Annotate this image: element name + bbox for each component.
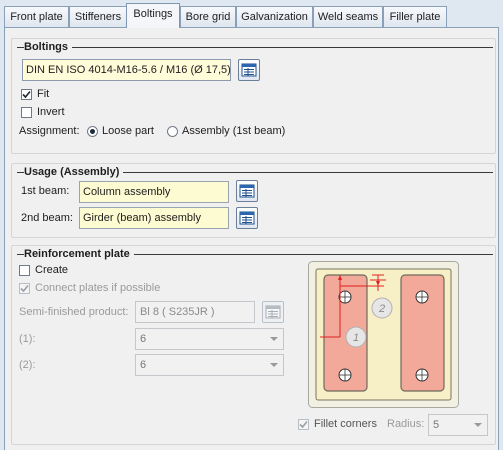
- field1-value: 6: [140, 333, 147, 345]
- tab-filler-plate[interactable]: Filler plate: [383, 6, 447, 27]
- create-label: Create: [35, 264, 69, 276]
- connect-plates-label: Connect plates if possible: [35, 282, 161, 294]
- fit-label: Fit: [37, 88, 50, 100]
- assignment-label: Assignment:: [19, 125, 80, 137]
- fit-checkbox[interactable]: [21, 89, 32, 100]
- invert-checkbox[interactable]: [21, 107, 32, 118]
- beam1-catalog-button[interactable]: [236, 180, 258, 202]
- catalog-table-icon: [239, 184, 255, 198]
- dimension-number-2: 2: [378, 303, 385, 315]
- chevron-down-icon: [474, 423, 482, 427]
- check-mark-icon: [22, 90, 31, 99]
- tab-bore-grid[interactable]: Bore grid: [180, 6, 236, 27]
- tab-boltings[interactable]: Boltings: [126, 3, 180, 28]
- boltings-title: Boltings: [24, 41, 72, 53]
- chevron-down-icon: [270, 363, 278, 367]
- reinforcement-preview: 1 2: [308, 261, 459, 408]
- beam1-field[interactable]: Column assembly: [79, 181, 229, 203]
- usage-title: Usage (Assembly): [24, 166, 124, 178]
- radio-selected-dot: [90, 129, 95, 134]
- beam2-label: 2nd beam:: [21, 212, 73, 224]
- assembly-label: Assembly (1st beam): [182, 125, 286, 137]
- dimension-number-1: 1: [353, 332, 359, 344]
- bolt-catalog-button[interactable]: [238, 59, 260, 81]
- radius-dropdown[interactable]: 5: [428, 414, 488, 436]
- semi-finished-catalog-button[interactable]: [262, 301, 284, 323]
- assembly-radio[interactable]: [167, 126, 178, 137]
- loose-part-label: Loose part: [102, 125, 154, 137]
- fillet-corners-label: Fillet corners: [314, 418, 377, 430]
- radius-label: Radius:: [387, 418, 425, 430]
- boltings-title-rule: [17, 47, 493, 48]
- semi-finished-label: Semi-finished product:: [19, 306, 129, 318]
- catalog-table-icon: [239, 211, 255, 225]
- connect-plates-checkbox[interactable]: [19, 283, 30, 294]
- tab-bar: Front plate Stiffeners Boltings Bore gri…: [0, 0, 503, 30]
- tab-galvanization[interactable]: Galvanization: [236, 6, 313, 27]
- field2-label: (2):: [19, 359, 36, 371]
- reinforcement-title: Reinforcement plate: [24, 248, 134, 260]
- radius-value: 5: [433, 419, 440, 431]
- beam1-label: 1st beam:: [21, 185, 70, 197]
- beam2-field[interactable]: Girder (beam) assembly: [79, 207, 229, 229]
- loose-part-radio[interactable]: [87, 126, 98, 137]
- catalog-table-icon: [265, 305, 281, 319]
- fillet-corners-checkbox[interactable]: [298, 419, 309, 430]
- check-mark-icon: [299, 420, 308, 429]
- field2-dropdown[interactable]: 6: [135, 354, 284, 376]
- tab-front-plate[interactable]: Front plate: [4, 6, 69, 27]
- beam2-catalog-button[interactable]: [236, 207, 258, 229]
- tab-weld-seams[interactable]: Weld seams: [313, 6, 383, 27]
- chevron-down-icon: [270, 337, 278, 341]
- bolt-type-field[interactable]: DIN EN ISO 4014-M16-5.6 / M16 (Ø 17,5): [22, 59, 231, 81]
- field2-value: 6: [140, 359, 147, 371]
- semi-finished-field[interactable]: Bl 8 ( S235JR ): [135, 301, 255, 323]
- tab-stiffeners[interactable]: Stiffeners: [69, 6, 127, 27]
- field1-label: (1):: [19, 333, 36, 345]
- field1-dropdown[interactable]: 6: [135, 328, 284, 350]
- create-checkbox[interactable]: [19, 265, 30, 276]
- check-mark-icon: [20, 284, 29, 293]
- invert-label: Invert: [37, 106, 65, 118]
- catalog-table-icon: [241, 63, 257, 77]
